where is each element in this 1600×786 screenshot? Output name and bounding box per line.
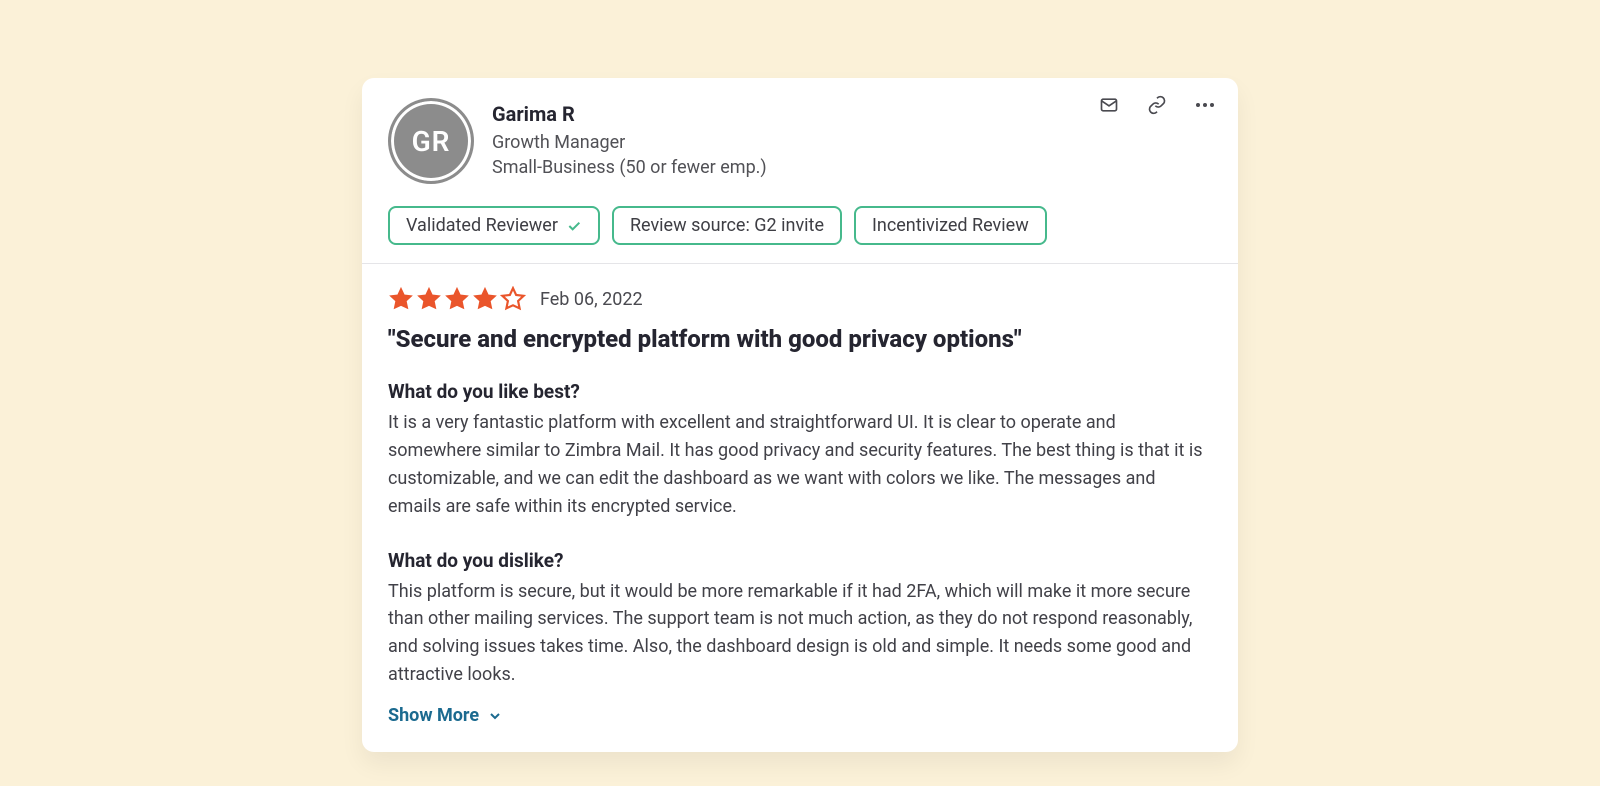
badge-label: Incentivized Review [872,215,1029,236]
review-actions [1098,94,1216,116]
check-icon [566,218,582,234]
review-card: GR Garima R Growth Manager Small-Busines… [362,78,1238,752]
reviewer-job-title: Growth Manager [492,130,767,155]
star-outline-icon [500,286,526,312]
star-icon [416,286,442,312]
mail-icon[interactable] [1098,94,1120,116]
avatar: GR [388,98,474,184]
avatar-initials: GR [412,125,451,158]
reviewer-row: GR Garima R Growth Manager Small-Busines… [388,98,1212,184]
rating-row: Feb 06, 2022 [388,286,1212,312]
more-icon[interactable] [1194,94,1216,116]
review-header: GR Garima R Growth Manager Small-Busines… [362,78,1238,263]
show-more-label: Show More [388,705,479,726]
badge-validated-reviewer[interactable]: Validated Reviewer [388,206,600,245]
like-question: What do you like best? [388,380,1212,403]
badge-row: Validated Reviewer Review source: G2 inv… [388,206,1212,245]
reviewer-company-size: Small-Business (50 or fewer emp.) [492,155,767,180]
review-title: "Secure and encrypted platform with good… [388,324,1212,354]
badge-label: Review source: G2 invite [630,215,824,236]
badge-label: Validated Reviewer [406,215,558,236]
reviewer-name: Garima R [492,102,767,126]
badge-incentivized-review[interactable]: Incentivized Review [854,206,1047,245]
chevron-down-icon [487,708,503,724]
review-body: Feb 06, 2022 "Secure and encrypted platf… [362,264,1238,752]
star-icon [388,286,414,312]
star-icon [444,286,470,312]
reviewer-meta: Garima R Growth Manager Small-Business (… [492,102,767,180]
dislike-question: What do you dislike? [388,549,1212,572]
link-icon[interactable] [1146,94,1168,116]
show-more-button[interactable]: Show More [388,705,503,726]
dislike-answer: This platform is secure, but it would be… [388,578,1212,690]
star-rating [388,286,526,312]
star-icon [472,286,498,312]
badge-review-source[interactable]: Review source: G2 invite [612,206,842,245]
like-answer: It is a very fantastic platform with exc… [388,409,1212,521]
review-date: Feb 06, 2022 [540,289,643,310]
